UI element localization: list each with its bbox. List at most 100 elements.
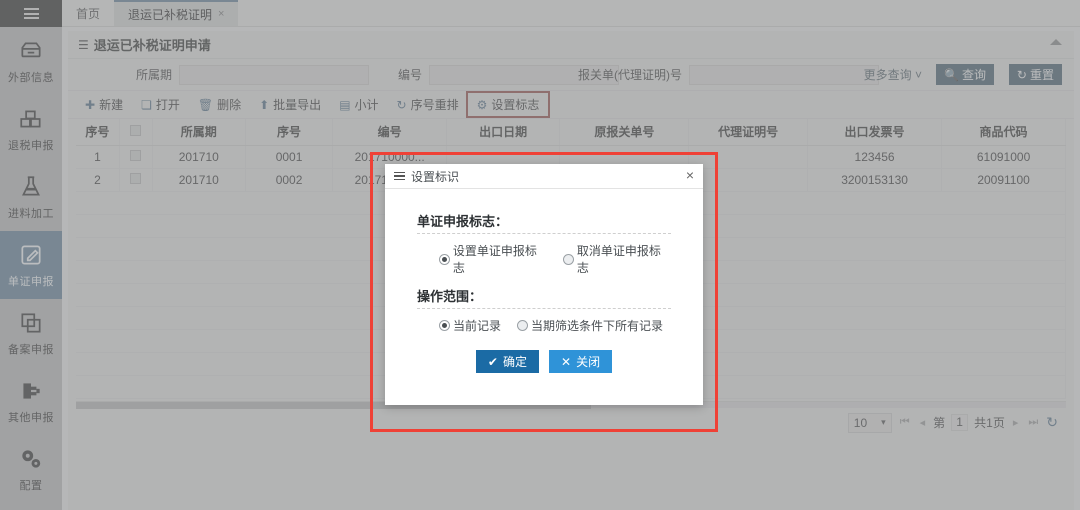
sidebar-item-other-declaration[interactable]: 其他申报 — [0, 367, 62, 435]
col-agent-cert-no: 代理证明号 — [688, 119, 808, 146]
confirm-button[interactable]: ✔ 确定 — [475, 350, 539, 373]
last-page-icon[interactable]: ⏭ — [1026, 416, 1040, 429]
tab-home[interactable]: 首页 — [62, 0, 114, 26]
radio-icon[interactable] — [517, 320, 529, 331]
radio-current-record[interactable]: 当前记录 — [439, 317, 501, 334]
period-input[interactable] — [179, 64, 370, 85]
search-button-label: 查询 — [961, 68, 986, 82]
first-page-icon[interactable]: ⏮ — [898, 416, 912, 429]
flask-icon — [18, 174, 44, 200]
tab-label: 首页 — [76, 6, 101, 21]
page-size-value: 10 — [853, 415, 868, 430]
chevron-down-icon: ▾ — [881, 417, 886, 427]
prev-page-icon[interactable]: ◂ — [918, 416, 928, 429]
toolbar-open-button[interactable]: ❏ 打开 — [132, 93, 189, 116]
toolbar-set-flag-button[interactable]: ⚙ 设置标志 — [465, 91, 551, 118]
col-number: 编号 — [332, 119, 447, 146]
sidebar-menu-toggle[interactable] — [0, 0, 62, 27]
boxes-icon — [18, 106, 44, 132]
page-label: 第 — [933, 416, 946, 430]
col-select-all[interactable] — [119, 119, 153, 146]
declaration-no-input[interactable] — [689, 64, 879, 85]
toolbar-new-button[interactable]: ✚ 新建 — [76, 93, 132, 116]
search-button[interactable]: 🔍 查询 — [936, 64, 994, 85]
col-index: 序号 — [76, 119, 120, 146]
radio-group-operation-scope: 当前记录 当期筛选条件下所有记录 — [417, 317, 671, 334]
reset-button-label: 重置 — [1029, 68, 1054, 82]
checkbox-icon[interactable] — [130, 149, 142, 161]
page-size-select[interactable]: 10 ▾ — [847, 412, 892, 433]
toolbar-subtotal-button[interactable]: ▤ 小计 — [330, 93, 387, 116]
radio-cancel-declaration-flag[interactable]: 取消单证申报标志 — [563, 242, 671, 276]
toolbar-label: 设置标志 — [491, 98, 540, 112]
dialog-card: 单证申报标志： 设置单证申报标志 取消单证申报标志 操作范围： 当前记录 当期筛… — [407, 203, 681, 387]
sidebar-item-processing-trade[interactable]: 进料加工 — [0, 163, 62, 231]
radio-icon-selected[interactable] — [439, 320, 450, 331]
toolbar-label: 批量导出 — [273, 98, 322, 112]
dialog-buttons: ✔ 确定 ✕ 关闭 — [417, 350, 671, 373]
cell-seq: 0001 — [245, 145, 334, 169]
radio-group-declaration-flag: 设置单证申报标志 取消单证申报标志 — [417, 242, 671, 276]
col-orig-decl-no: 原报关单号 — [559, 119, 690, 146]
sidebar-item-label: 配置 — [19, 479, 43, 492]
radio-label: 取消单证申报标志 — [576, 244, 661, 275]
col-seq: 序号 — [245, 119, 334, 146]
sidebar-item-tax-refund[interactable]: 退税申报 — [0, 95, 62, 163]
cell-index: 1 — [76, 145, 120, 169]
export-icon: ⬆ — [259, 97, 270, 112]
sidebar-item-external-info[interactable]: 外部信息 — [0, 27, 62, 95]
dialog-body: 单证申报标志： 设置单证申报标志 取消单证申报标志 操作范围： 当前记录 当期筛… — [385, 189, 703, 405]
sidebar-item-label: 退税申报 — [8, 139, 54, 152]
plug-icon — [18, 378, 44, 404]
refresh-order-icon: ↻ — [396, 97, 407, 112]
tab-return-tax-certificate[interactable]: 退运已补税证明 × — [114, 0, 239, 26]
col-period: 所属期 — [152, 119, 246, 146]
radio-icon[interactable] — [563, 253, 574, 265]
refresh-icon[interactable]: ↻ — [1046, 414, 1058, 431]
total-pages-label: 共1页 — [974, 416, 1005, 430]
trash-icon: 🗑 — [197, 97, 214, 112]
checkbox-icon[interactable] — [130, 172, 142, 184]
cell-period: 201710 — [152, 145, 246, 169]
page-number-input[interactable]: 1 — [951, 414, 969, 431]
cell-checkbox[interactable] — [119, 168, 153, 192]
cell-export-invoice-no: 3200153130 — [807, 168, 943, 192]
cell-checkbox[interactable] — [119, 145, 153, 169]
toolbar-reorder-button[interactable]: ↻ 序号重排 — [388, 93, 468, 116]
next-page-icon[interactable]: ▸ — [1011, 416, 1021, 429]
cell-commodity-code: 61091000 — [941, 145, 1066, 169]
section-title-declaration-flag: 单证申报标志： — [417, 214, 509, 229]
server-icon — [18, 38, 44, 64]
tab-close-icon[interactable]: × — [218, 8, 224, 20]
toolbar-batch-export-button[interactable]: ⬆ 批量导出 — [250, 93, 330, 116]
close-button-label: 关闭 — [576, 355, 601, 369]
sidebar-item-label: 进料加工 — [8, 207, 54, 220]
radio-all-filtered-records[interactable]: 当期筛选条件下所有记录 — [517, 317, 663, 334]
radio-set-declaration-flag[interactable]: 设置单证申报标志 — [439, 242, 547, 276]
radio-label: 当前记录 — [453, 319, 502, 333]
sidebar-item-document-declaration[interactable]: 单证申报 — [0, 231, 62, 299]
sidebar-item-configuration[interactable]: 配置 — [0, 435, 62, 503]
close-icon[interactable]: × — [686, 168, 694, 182]
more-query-link[interactable]: 更多查询 ˅ — [864, 66, 922, 83]
cell-agent-cert-no — [688, 168, 808, 192]
panel-header: ☰ 退运已补税证明申请 — [68, 31, 1074, 59]
gear-icon: ⚙ — [476, 97, 488, 112]
toolbar-label: 新建 — [99, 98, 124, 112]
chevron-up-icon[interactable] — [1050, 39, 1062, 45]
cell-period: 201710 — [152, 168, 246, 192]
sidebar-item-label: 备案申报 — [8, 343, 54, 356]
toolbar-label: 删除 — [217, 98, 242, 112]
cell-agent-cert-no — [688, 145, 808, 169]
action-toolbar: ✚ 新建 ❏ 打开 🗑 删除 ⬆ 批量导出 ▤ 小计 ↻ 序号重排 ⚙ 设置标志 — [68, 91, 1074, 119]
app-root: 外部信息 退税申报 进料加工 单证申报 备案申报 其他申报 配置 首页 退运已补… — [0, 0, 1080, 510]
reset-button[interactable]: ↻ 重置 — [1008, 64, 1062, 85]
toolbar-delete-button[interactable]: 🗑 删除 — [189, 93, 250, 116]
edit-document-icon — [18, 242, 44, 268]
sidebar-item-label: 其他申报 — [8, 411, 54, 424]
checkbox-icon[interactable] — [130, 124, 142, 136]
tab-bar: 首页 退运已补税证明 × — [62, 0, 1080, 27]
close-button[interactable]: ✕ 关闭 — [549, 350, 613, 373]
radio-icon-selected[interactable] — [439, 253, 450, 265]
sidebar-item-record-declaration[interactable]: 备案申报 — [0, 299, 62, 367]
